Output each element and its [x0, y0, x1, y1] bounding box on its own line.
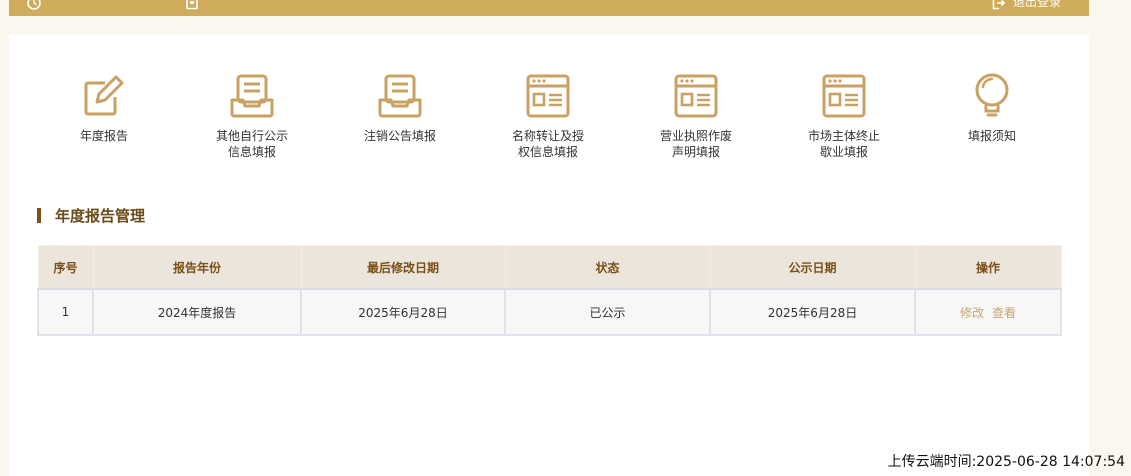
tile-cancellation-notice[interactable]: 注销公告填报: [335, 73, 465, 144]
date-display: [27, 0, 49, 12]
tile-label[interactable]: 填报须知: [927, 128, 1057, 144]
cell-report-year: 2024年度报告: [92, 288, 302, 336]
tile-label[interactable]: 注销公告填报: [335, 128, 465, 144]
section-title-text: 年度报告管理: [55, 207, 146, 225]
annual-report-table: 序号 报告年份 最后修改日期 状态 公示日期 操作 1 2024年度报告 202…: [37, 245, 1062, 336]
building-icon: [186, 0, 198, 9]
logout-button[interactable]: 退出登录: [991, 0, 1061, 12]
table-row: 1 2024年度报告 2025年6月28日 已公示 2025年6月28日 修改查…: [37, 288, 1062, 336]
col-header-last-modified: 最后修改日期: [300, 245, 506, 290]
cell-index: 1: [37, 288, 94, 336]
clock-icon: [27, 0, 41, 10]
tile-label[interactable]: 市场主体终止 歇业填报: [779, 128, 909, 160]
section-title: 年度报告管理: [37, 206, 145, 226]
edit-link[interactable]: 修改: [960, 306, 984, 320]
section-marker: [37, 208, 41, 223]
company-display: [185, 0, 207, 12]
tile-filing-notice[interactable]: 填报须知: [927, 73, 1057, 144]
browser-form-icon: [822, 74, 866, 118]
upload-time-stamp: 上传云端时间:2025-06-28 14:07:54: [887, 454, 1125, 470]
cell-last-modified: 2025年6月28日: [300, 288, 506, 336]
col-header-actions: 操作: [914, 245, 1062, 290]
cell-actions: 修改 查看: [914, 288, 1062, 336]
main-panel: 年度报告 其他自行公示 信息填报 注销公告填报 名称转让及授 权信息填报 营业执…: [9, 35, 1089, 476]
logout-label[interactable]: 退出登录: [1013, 0, 1061, 9]
tile-license-void[interactable]: 营业执照作废 声明填报: [631, 73, 761, 160]
view-link[interactable]: 查看: [992, 306, 1016, 320]
table-header-row: 序号 报告年份 最后修改日期 状态 公示日期 操作: [37, 245, 1062, 290]
tile-other-disclosure[interactable]: 其他自行公示 信息填报: [187, 73, 317, 160]
tile-label[interactable]: 其他自行公示 信息填报: [187, 128, 317, 160]
tile-annual-report[interactable]: 年度报告: [39, 73, 169, 144]
tile-label[interactable]: 营业执照作废 声明填报: [631, 128, 761, 160]
browser-form-icon: [526, 74, 570, 118]
tile-label[interactable]: 年度报告: [39, 128, 169, 144]
edit-icon: [84, 75, 124, 116]
browser-form-icon: [674, 74, 718, 118]
logout-icon: [992, 0, 1005, 9]
col-header-publish-date: 公示日期: [709, 245, 916, 290]
cell-status: 已公示: [504, 288, 711, 336]
lightbulb-icon: [975, 73, 1009, 117]
col-header-index: 序号: [37, 245, 94, 290]
tray-document-icon: [230, 74, 274, 118]
tile-label[interactable]: 名称转让及授 权信息填报: [483, 128, 613, 160]
col-header-report-year: 报告年份: [92, 245, 302, 290]
tile-entity-termination[interactable]: 市场主体终止 歇业填报: [779, 73, 909, 160]
tray-document-icon: [378, 74, 422, 118]
cell-publish-date: 2025年6月28日: [709, 288, 916, 336]
top-bar: 退出登录: [9, 0, 1089, 16]
tile-name-transfer[interactable]: 名称转让及授 权信息填报: [483, 73, 613, 160]
col-header-status: 状态: [504, 245, 711, 290]
